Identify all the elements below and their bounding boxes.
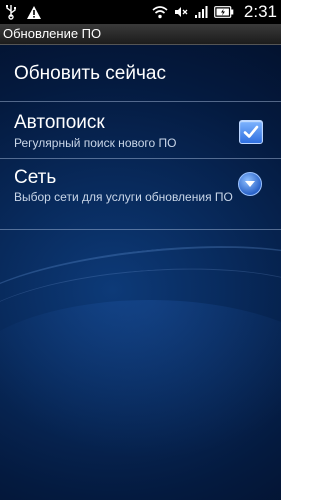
network-description: Выбор сети для услуги обновления ПО [14,190,233,204]
autosearch-label: Автопоиск [14,112,105,133]
mute-icon [174,3,188,21]
page-title: Обновление ПО [3,26,102,41]
wifi-icon [152,3,168,21]
status-bar[interactable]: 2:31 [0,0,281,24]
usb-icon [4,3,18,21]
checkmark-icon [243,125,259,138]
status-clock: 2:31 [243,2,277,21]
autosearch-checkbox[interactable] [239,120,263,144]
signal-icon [194,3,208,21]
chevron-down-icon [245,181,255,187]
background-wave [0,230,281,362]
update-now-item[interactable]: Обновить сейчас [0,45,281,102]
network-label: Сеть [14,167,57,188]
screen: 2:31 Обновление ПО Обновить сейчас Автоп… [0,0,281,500]
network-dropdown-button[interactable] [238,172,262,196]
title-bar: Обновление ПО [0,24,281,45]
autosearch-description: Регулярный поиск нового ПО [14,136,177,150]
background-wave [0,256,281,395]
update-now-label: Обновить сейчас [14,63,166,84]
battery-icon [214,3,234,21]
background-glow [0,300,281,460]
autosearch-item[interactable]: Автопоиск Регулярный поиск нового ПО [0,102,281,159]
network-item[interactable]: Сеть Выбор сети для услуги обновления ПО [0,159,281,230]
settings-list: Обновить сейчас Автопоиск Регулярный пои… [0,45,281,230]
warning-icon [26,3,42,21]
